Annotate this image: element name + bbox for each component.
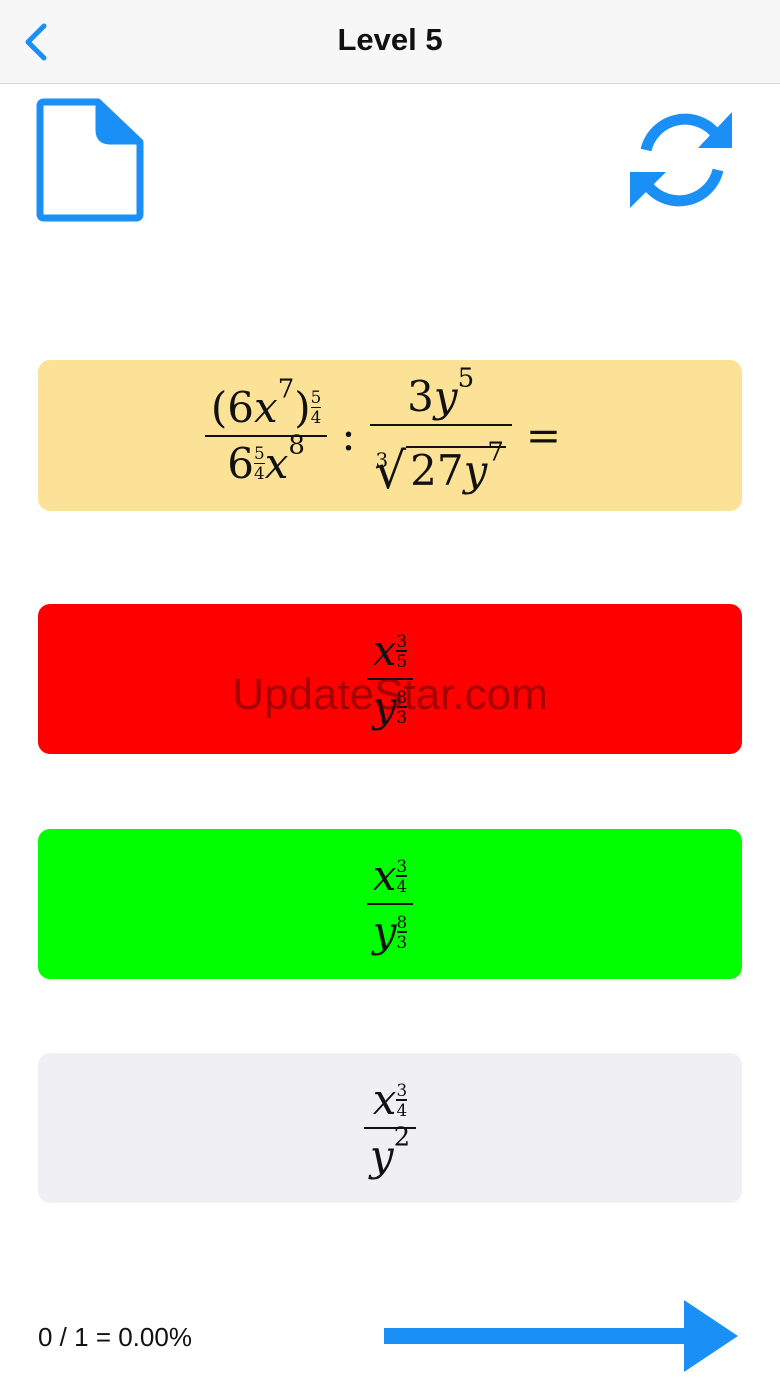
outer-exp-den: 4 — [310, 407, 322, 428]
right-num-exp: 5 — [457, 362, 475, 393]
exp-den: 4 — [396, 875, 408, 896]
option-fraction: x34 y2 — [363, 1079, 417, 1180]
nav-bar: Level 5 — [0, 0, 780, 84]
den-exp-den: 4 — [254, 463, 265, 484]
cube-root: 3 √ 27y7 — [374, 436, 506, 500]
exp-num: 3 — [396, 630, 408, 651]
option-fraction: x34 y83 — [366, 855, 414, 956]
right-num-coef: 3 — [407, 371, 434, 421]
answer-option-1[interactable]: x35 y83 — [38, 604, 742, 754]
option-den-exponent: 83 — [396, 686, 408, 727]
question-card: (6x7) 5 4 6 5 4 x8 : 3y5 3 √ 27y7 = — [38, 360, 742, 511]
left-num-outer-exponent: 54 — [310, 387, 322, 428]
exp-den: 4 — [396, 1099, 408, 1120]
right-num-var: y — [433, 371, 458, 421]
left-num-exp: 7 — [277, 373, 295, 404]
option-num-exponent: 34 — [396, 855, 408, 896]
option-den-exp: 2 — [393, 1122, 411, 1153]
left-num-close: ) — [294, 382, 311, 432]
root-var: y — [463, 445, 488, 495]
page-title: Level 5 — [337, 22, 443, 57]
option-den-exponent: 83 — [396, 911, 408, 952]
left-den-base: 6 — [227, 438, 255, 488]
question-right-fraction: 3y5 3 √ 27y7 — [369, 365, 512, 500]
equals-sign: = — [525, 411, 562, 460]
option-den-var: y — [372, 682, 397, 731]
option-num-exponent: 35 — [396, 630, 408, 671]
option-den-var: y — [369, 1131, 394, 1180]
refresh-button[interactable] — [628, 106, 736, 214]
question-left-fraction: (6x7) 5 4 6 5 4 x8 — [204, 376, 328, 488]
score-label: 0 / 1 = 0.00% — [38, 1322, 192, 1352]
option-fraction: x35 y83 — [366, 630, 414, 731]
exp-num: 3 — [396, 855, 408, 876]
exp-den: 3 — [396, 931, 408, 952]
exp-num: 8 — [396, 686, 408, 707]
exp-num: 8 — [396, 911, 408, 932]
outer-exp-num: 5 — [310, 387, 322, 408]
option-num-exponent: 34 — [396, 1079, 408, 1120]
exp-den: 3 — [396, 706, 408, 727]
option-num-var: x — [372, 851, 397, 900]
left-num-var: x — [254, 382, 278, 432]
option-num-var: x — [372, 1075, 397, 1124]
option-num-var: x — [372, 626, 397, 675]
exp-den: 5 — [396, 650, 408, 671]
den-exp-num: 5 — [254, 443, 265, 464]
root-exp: 7 — [487, 436, 504, 467]
answer-option-3[interactable]: x34 y2 — [38, 1053, 742, 1203]
divide-sign: : — [341, 411, 356, 460]
document-button[interactable] — [36, 96, 146, 224]
answer-option-2[interactable]: x34 y83 — [38, 829, 742, 979]
refresh-icon — [630, 112, 732, 208]
left-den-var: x — [264, 438, 289, 488]
left-den-var-exp: 8 — [288, 429, 305, 460]
next-button[interactable] — [380, 1296, 742, 1376]
left-num-base: (6 — [210, 382, 255, 432]
document-icon — [36, 98, 144, 222]
arrow-right-icon — [384, 1300, 738, 1372]
exp-num: 3 — [396, 1079, 408, 1100]
option-den-var: y — [372, 907, 397, 956]
left-den-exponent: 54 — [254, 445, 265, 482]
root-coef: 27 — [410, 445, 464, 495]
